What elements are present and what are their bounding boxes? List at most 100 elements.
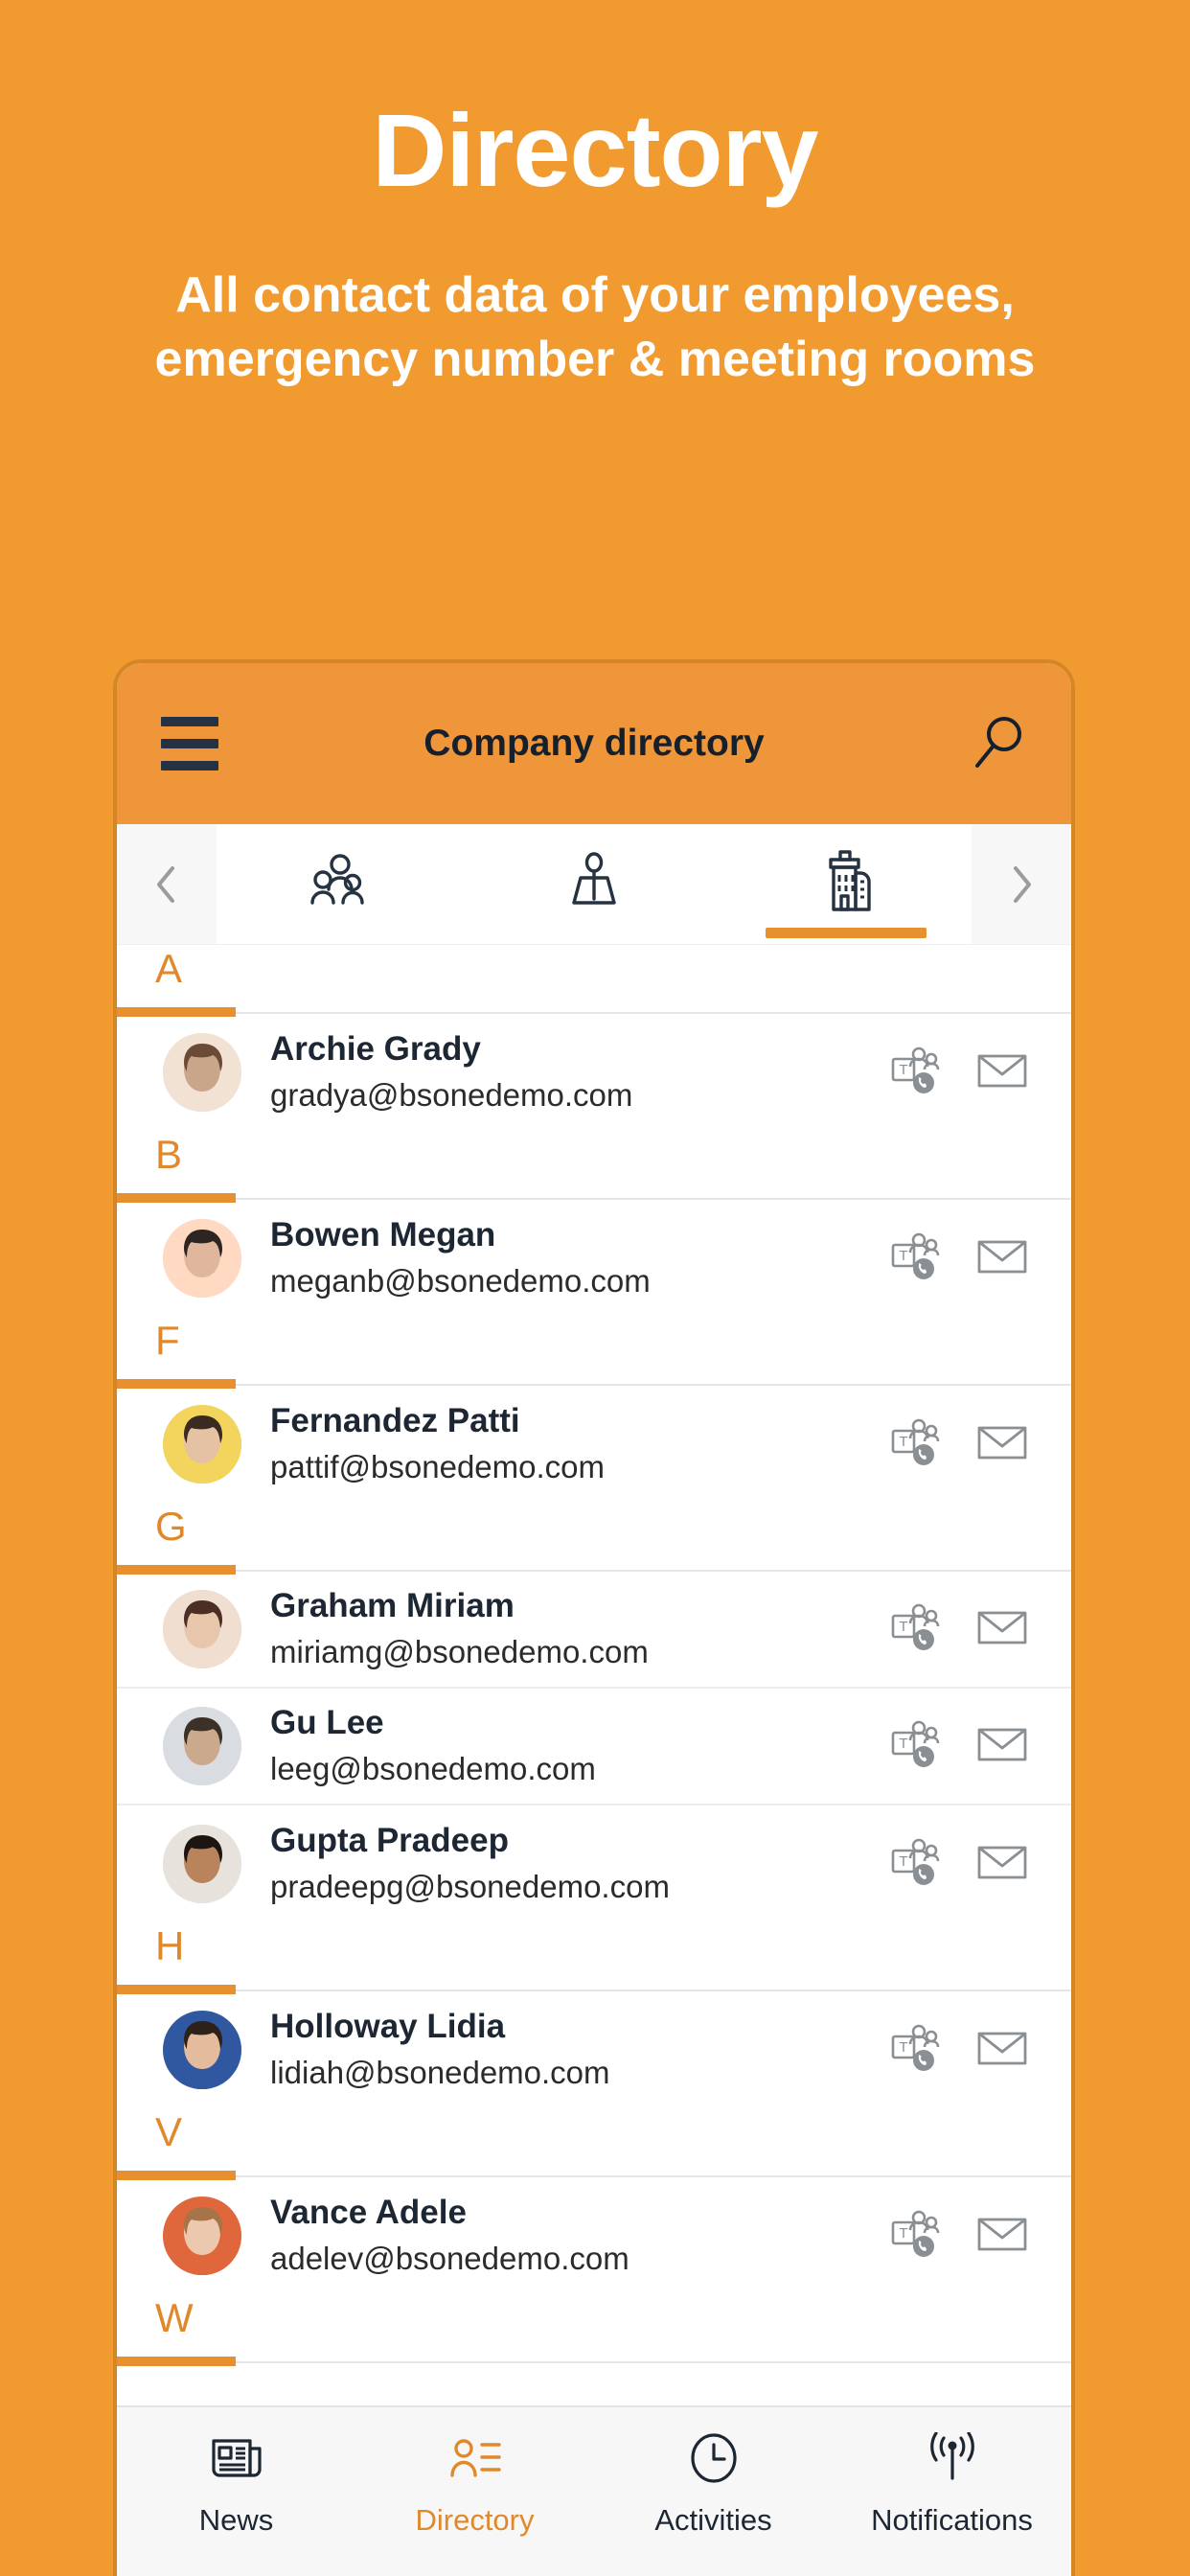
- contact-text: Fernandez Patti pattif@bsonedemo.com: [241, 1400, 889, 1488]
- contact-list[interactable]: A Archie Grady gradya@bsonedemo.com T B B…: [117, 945, 1071, 2405]
- bottom-navigation: News Directory Activities Notifications: [117, 2405, 1071, 2576]
- contact-email: leeg@bsonedemo.com: [270, 1750, 596, 1786]
- envelope-icon[interactable]: [975, 2207, 1029, 2266]
- contact-row[interactable]: Graham Miriam miriamg@bsonedemo.com T: [117, 1572, 1071, 1689]
- contact-row[interactable]: Bowen Megan meganb@bsonedemo.com T: [117, 1200, 1071, 1317]
- teams-call-icon[interactable]: T: [889, 1044, 943, 1102]
- section-divider: [117, 1565, 1071, 1575]
- contact-card-icon: [447, 2428, 503, 2488]
- contact-actions: T: [889, 1600, 1029, 1659]
- nav-label-news: News: [198, 2503, 274, 2537]
- svg-text:T: T: [899, 1062, 907, 1078]
- envelope-icon[interactable]: [975, 1835, 1029, 1894]
- contact-email: meganb@bsonedemo.com: [270, 1262, 651, 1299]
- tab-people[interactable]: [217, 824, 469, 944]
- tab-company[interactable]: [720, 824, 972, 944]
- svg-text:T: T: [899, 1248, 907, 1264]
- contact-actions: T: [889, 1835, 1029, 1894]
- search-icon[interactable]: [968, 713, 1029, 774]
- building-company-icon: [816, 850, 876, 918]
- nav-item-directory[interactable]: Directory: [355, 2428, 594, 2538]
- contact-email: lidiah@bsonedemo.com: [270, 2054, 610, 2090]
- envelope-icon[interactable]: [975, 1717, 1029, 1776]
- section-header: V: [117, 2108, 1071, 2180]
- teams-call-icon[interactable]: T: [889, 2207, 943, 2266]
- envelope-icon[interactable]: [975, 1230, 1029, 1288]
- teams-call-icon[interactable]: T: [889, 1600, 943, 1659]
- section-letter: A: [155, 946, 183, 991]
- svg-text:T: T: [899, 1853, 907, 1870]
- avatar: [163, 1707, 241, 1785]
- envelope-icon[interactable]: [975, 2021, 1029, 2080]
- chevron-right-icon[interactable]: [972, 824, 1071, 944]
- category-tabbar: [117, 824, 1071, 945]
- contact-actions: T: [889, 1044, 1029, 1102]
- avatar: [163, 1825, 241, 1903]
- hamburger-menu-icon[interactable]: [161, 717, 218, 770]
- nav-item-activities[interactable]: Activities: [594, 2428, 833, 2538]
- nav-item-news[interactable]: News: [117, 2428, 355, 2538]
- svg-text:T: T: [899, 1736, 907, 1752]
- teams-call-icon[interactable]: T: [889, 1415, 943, 1474]
- envelope-icon[interactable]: [975, 1600, 1029, 1659]
- svg-text:T: T: [899, 2225, 907, 2242]
- tab-org-chart[interactable]: [469, 824, 721, 944]
- teams-call-icon[interactable]: T: [889, 1835, 943, 1894]
- contact-text: Graham Miriam miriamg@bsonedemo.com: [241, 1585, 889, 1673]
- app-header: Company directory: [117, 663, 1071, 824]
- contact-name: Holloway Lidia: [270, 2008, 506, 2046]
- contact-row[interactable]: Gu Lee leeg@bsonedemo.com T: [117, 1689, 1071, 1806]
- svg-text:T: T: [899, 2039, 907, 2056]
- teams-call-icon[interactable]: T: [889, 1717, 943, 1776]
- phone-mockup: Company directory A Archie Grady gradya@…: [117, 663, 1071, 2576]
- avatar: [163, 1590, 241, 1668]
- teams-call-icon[interactable]: T: [889, 2021, 943, 2080]
- tabs-strip: [217, 824, 972, 944]
- section-header: H: [117, 1922, 1071, 1994]
- section-divider: [117, 1379, 1071, 1389]
- nav-item-notifications[interactable]: Notifications: [833, 2428, 1071, 2538]
- avatar: [163, 2196, 241, 2275]
- promo-subtitle: All contact data of your employees, emer…: [154, 267, 1036, 387]
- contact-email: pradeepg@bsonedemo.com: [270, 1868, 670, 1904]
- nav-label-activities: Activities: [654, 2503, 772, 2537]
- broadcast-icon: [924, 2428, 981, 2488]
- contact-actions: T: [889, 2021, 1029, 2080]
- section-divider: [117, 1193, 1071, 1203]
- contact-name: Archie Grady: [270, 1030, 481, 1069]
- contact-row[interactable]: Archie Grady gradya@bsonedemo.com T: [117, 1014, 1071, 1131]
- section-letter: W: [155, 2295, 194, 2340]
- contact-name: Gupta Pradeep: [270, 1822, 509, 1860]
- avatar: [163, 1405, 241, 1484]
- avatar: [163, 2011, 241, 2089]
- contact-row[interactable]: Fernandez Patti pattif@bsonedemo.com T: [117, 1386, 1071, 1503]
- section-header: F: [117, 1317, 1071, 1389]
- nav-label-directory: Directory: [415, 2503, 535, 2537]
- contact-email: miriamg@bsonedemo.com: [270, 1633, 649, 1669]
- svg-text:T: T: [899, 1434, 907, 1450]
- avatar: [163, 1219, 241, 1298]
- contact-text: Gu Lee leeg@bsonedemo.com: [241, 1702, 889, 1790]
- envelope-icon[interactable]: [975, 1044, 1029, 1102]
- section-header: W: [117, 2294, 1071, 2366]
- section-letter: V: [155, 2109, 183, 2154]
- contact-row[interactable]: Vance Adele adelev@bsonedemo.com T: [117, 2177, 1071, 2294]
- nav-label-notifications: Notifications: [871, 2503, 1033, 2537]
- chevron-left-icon[interactable]: [117, 824, 217, 944]
- people-group-icon: [308, 851, 377, 917]
- envelope-icon[interactable]: [975, 1415, 1029, 1474]
- section-divider: [117, 1007, 1071, 1017]
- contact-row[interactable]: Gupta Pradeep pradeepg@bsonedemo.com T: [117, 1806, 1071, 1922]
- teams-call-icon[interactable]: T: [889, 1230, 943, 1288]
- contact-email: gradya@bsonedemo.com: [270, 1076, 633, 1113]
- contact-name: Bowen Megan: [270, 1216, 496, 1254]
- section-letter: H: [155, 1923, 185, 1968]
- contact-name: Gu Lee: [270, 1704, 384, 1742]
- contact-text: Bowen Megan meganb@bsonedemo.com: [241, 1214, 889, 1302]
- contact-row[interactable]: Holloway Lidia lidiah@bsonedemo.com T: [117, 1991, 1071, 2108]
- section-header: A: [117, 945, 1071, 1017]
- section-header: G: [117, 1503, 1071, 1575]
- page-title: Directory: [372, 92, 818, 208]
- promo-banner: Directory All contact data of your emplo…: [0, 0, 1190, 391]
- contact-text: Holloway Lidia lidiah@bsonedemo.com: [241, 2006, 889, 2094]
